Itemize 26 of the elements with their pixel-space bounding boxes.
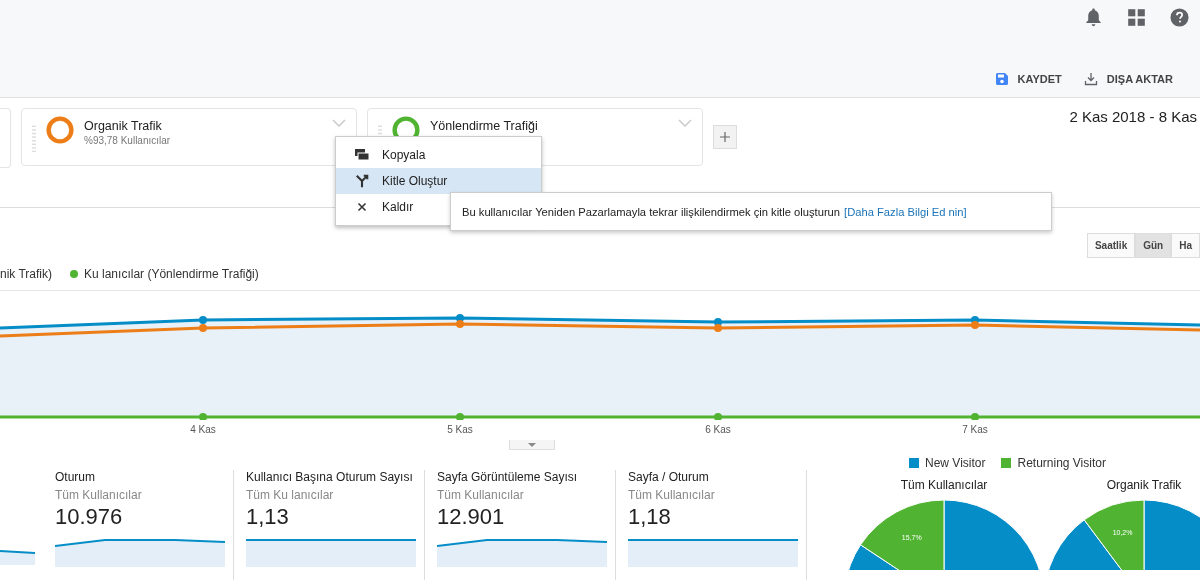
metric-value: 1,18 [628,504,672,530]
metric-subtitle: Tüm Kullanıcılar [437,488,525,502]
legend-label: Ku lanıcılar (Yönlendirme Trafiği) [84,267,259,281]
metric-subtitle: Tüm Kullanıcılar [628,488,716,502]
axis-label: 7 Kas [961,424,989,435]
segment-title: Yönlendirme Trafiği [430,119,539,133]
pie-title: Tüm Kullanıcılar [900,478,988,492]
legend-label: nik Trafik) [0,267,52,281]
axis-label: 6 Kas [704,424,732,435]
metric-value: 1,13 [246,504,290,530]
metric-title: Sayfa Görüntüleme Sayısı [437,470,579,484]
axis-label: 5 Kas [446,424,474,435]
metric-title: Oturum [55,470,96,484]
metric-title: Kullanıcı Başına Oturum Sayısı [246,470,414,484]
legend-label: New Visitor [925,456,986,470]
metric-value: 12.901 [437,504,506,530]
metric-title: Sayfa / Oturum [628,470,710,484]
segment-subtitle: %93,78 Kullanıcılar [84,135,172,146]
metric-subtitle: Tüm Kullanıcılar [55,488,143,502]
axis-label: 4 Kas [189,424,217,435]
metric-subtitle: Tüm Ku lanıcılar [246,488,335,502]
metric-value: 10.976 [55,504,124,530]
legend-label: Returning Visitor [1017,456,1106,470]
tooltip-text: Bu kullanıcılar Yeniden Pazarlamayla tekrar ilişkilendirmek çin kitle oluşturun [462,205,841,218]
segment-title: Organik Trafik [84,119,163,133]
pie-title: Organik Trafik [1106,478,1182,492]
